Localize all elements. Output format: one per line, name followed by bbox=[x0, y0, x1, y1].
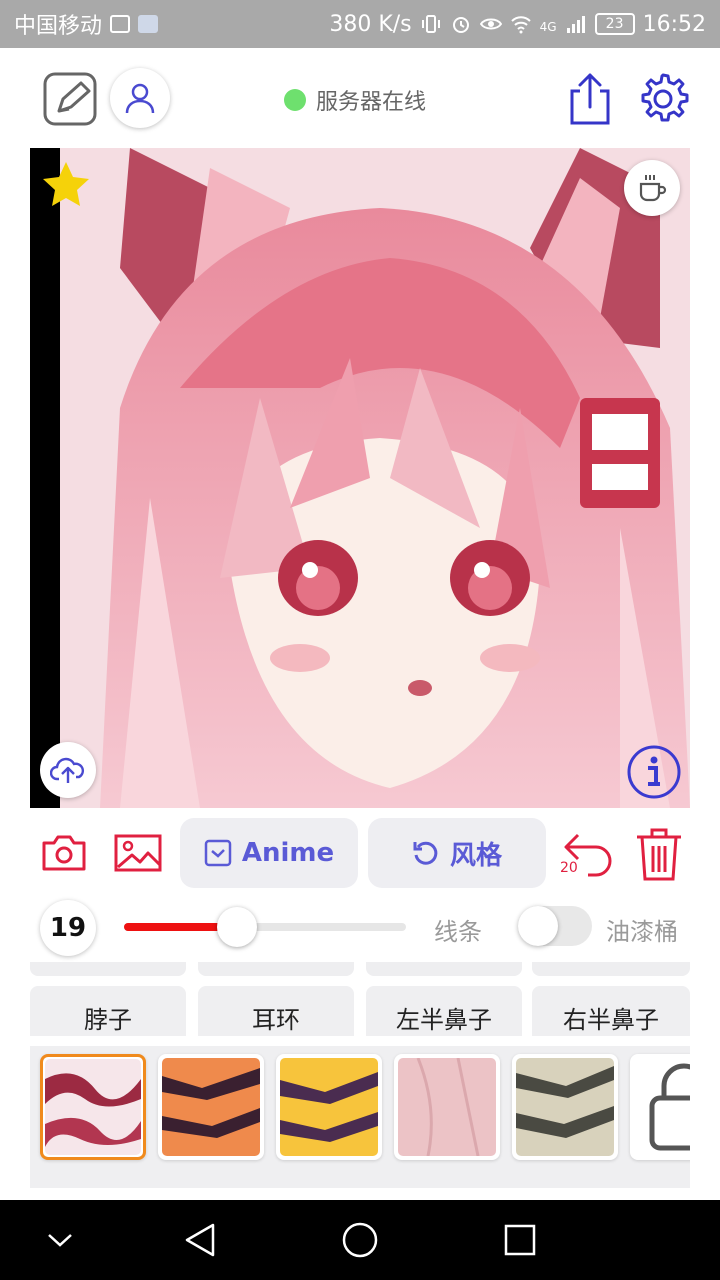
clock: 16:52 bbox=[642, 11, 706, 37]
home-button[interactable] bbox=[340, 1220, 380, 1260]
part-button-earring[interactable]: 耳环 bbox=[198, 986, 354, 1036]
chevron-down-icon bbox=[48, 1234, 72, 1247]
share-icon bbox=[570, 73, 610, 125]
bucket-toggle[interactable] bbox=[518, 906, 592, 946]
upload-button[interactable] bbox=[40, 742, 96, 798]
texture-swatch bbox=[162, 1058, 260, 1156]
battery-indicator: 23 bbox=[594, 13, 635, 35]
recents-button[interactable] bbox=[500, 1220, 540, 1260]
recents-icon bbox=[504, 1224, 536, 1256]
status-right: 380 K/s 4G 23 16:52 bbox=[329, 12, 706, 37]
texture-swatch bbox=[280, 1058, 378, 1156]
anime-label: Anime bbox=[241, 838, 335, 868]
server-status: 服务器在线 bbox=[284, 84, 426, 116]
part-row-prev bbox=[532, 962, 690, 976]
delete-button[interactable] bbox=[632, 824, 686, 884]
brush-size-badge[interactable]: 19 bbox=[40, 900, 96, 956]
style-button[interactable]: 风格 bbox=[368, 818, 546, 888]
drawing-canvas[interactable] bbox=[30, 148, 690, 808]
bucket-mode-label: 油漆桶 bbox=[606, 918, 678, 946]
part-row-prev bbox=[198, 962, 354, 976]
user-icon bbox=[125, 83, 155, 114]
alarm-icon bbox=[452, 17, 469, 33]
part-row-prev bbox=[366, 962, 522, 976]
status-bar: 中国移动 380 K/s 4G 23 16:52 bbox=[0, 0, 720, 48]
gear-icon bbox=[641, 73, 689, 122]
texture-locked[interactable] bbox=[630, 1054, 690, 1160]
wifi-icon bbox=[510, 16, 531, 34]
activity-icon bbox=[110, 15, 131, 33]
network-speed: 380 K/s bbox=[329, 11, 412, 37]
anime-portrait-image bbox=[60, 148, 690, 808]
texture-gray-zebra[interactable] bbox=[512, 1054, 618, 1160]
brush-size-slider[interactable] bbox=[124, 907, 406, 947]
texture-orange-tiger[interactable] bbox=[158, 1054, 264, 1160]
lock-icon bbox=[649, 1063, 690, 1151]
server-status-label: 服务器在线 bbox=[316, 90, 427, 115]
home-icon bbox=[342, 1222, 378, 1258]
part-button-neck[interactable]: 脖子 bbox=[30, 986, 186, 1036]
info-icon[interactable] bbox=[626, 744, 682, 800]
canvas-edge bbox=[30, 148, 60, 808]
share-button[interactable] bbox=[562, 70, 618, 128]
line-mode-label: 线条 bbox=[434, 918, 482, 946]
checkbox-icon bbox=[204, 839, 232, 867]
trash-icon bbox=[637, 828, 681, 881]
anime-mode-button[interactable]: Anime bbox=[180, 818, 358, 888]
tool-row: Anime 风格 20 bbox=[0, 818, 720, 888]
texture-pink-white[interactable] bbox=[40, 1054, 146, 1160]
gallery-button[interactable] bbox=[112, 830, 164, 876]
edit-icon bbox=[43, 72, 97, 126]
part-button-left-nose[interactable]: 左半鼻子 bbox=[366, 986, 522, 1036]
coffee-button[interactable] bbox=[624, 160, 680, 216]
network-type: 4G bbox=[539, 19, 557, 34]
brush-row: 19 线条 油漆桶 bbox=[0, 898, 720, 958]
back-button[interactable] bbox=[180, 1220, 220, 1260]
texture-swatch bbox=[398, 1058, 496, 1156]
status-dot bbox=[284, 89, 306, 111]
part-row-prev bbox=[30, 962, 186, 976]
star-icon[interactable] bbox=[40, 160, 92, 210]
toggle-knob bbox=[518, 906, 558, 946]
part-grid: 脖子 耳环 左半鼻子 右半鼻子 bbox=[0, 962, 720, 1036]
app-screen: 中国移动 380 K/s 4G 23 16:52 服务器在线 Anime 风格 … bbox=[0, 0, 720, 1280]
camera-icon bbox=[42, 835, 86, 871]
vibrate-icon bbox=[421, 15, 440, 33]
rotate-icon bbox=[413, 841, 438, 865]
texture-yellow-tiger[interactable] bbox=[276, 1054, 382, 1160]
carrier-name: 中国移动 bbox=[14, 14, 103, 39]
edit-button[interactable] bbox=[40, 70, 100, 128]
part-button-right-nose[interactable]: 右半鼻子 bbox=[532, 986, 690, 1036]
top-bar: 服务器在线 bbox=[0, 48, 720, 148]
cloud-upload-icon bbox=[50, 757, 85, 783]
texture-swatch bbox=[45, 1059, 141, 1155]
image-icon bbox=[114, 834, 162, 872]
texture-pink-smooth[interactable] bbox=[394, 1054, 500, 1160]
coffee-cup-icon bbox=[639, 175, 667, 202]
texture-strip bbox=[30, 1046, 690, 1188]
back-icon bbox=[185, 1223, 215, 1257]
account-button[interactable] bbox=[110, 68, 170, 128]
settings-button[interactable] bbox=[634, 70, 692, 128]
style-label: 风格 bbox=[449, 840, 502, 871]
eye-icon bbox=[479, 18, 502, 30]
carrier-group: 中国移动 bbox=[14, 8, 159, 40]
signal-icon bbox=[566, 16, 585, 33]
camera-button[interactable] bbox=[40, 830, 88, 876]
notification-icon bbox=[138, 15, 159, 33]
undo-count: 20 bbox=[560, 860, 578, 876]
hide-keyboard-button[interactable] bbox=[40, 1220, 80, 1260]
texture-swatch bbox=[516, 1058, 614, 1156]
slider-thumb[interactable] bbox=[217, 907, 257, 947]
navigation-bar bbox=[0, 1200, 720, 1280]
